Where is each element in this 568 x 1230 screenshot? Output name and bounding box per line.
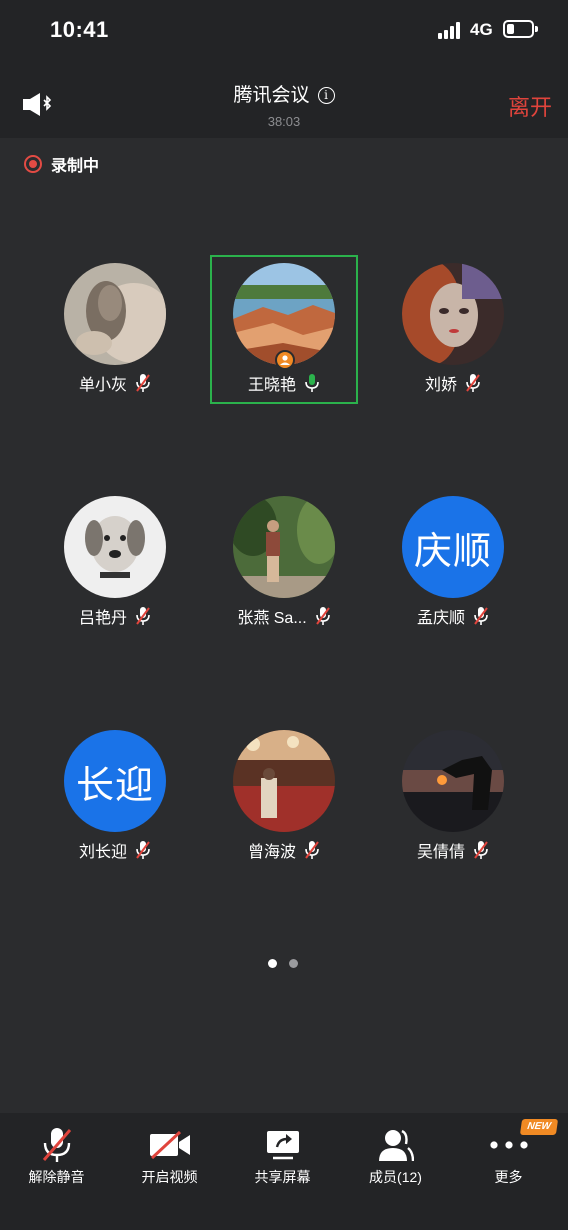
- participant-tile[interactable]: 吴倩倩: [378, 722, 528, 872]
- participant-name: 刘娇: [424, 377, 457, 394]
- mic-muted-icon: [136, 607, 150, 625]
- avatar: [402, 730, 504, 832]
- start-video-label: 开启视频: [141, 1169, 198, 1185]
- avatar: [233, 496, 335, 598]
- leave-button[interactable]: 离开: [508, 90, 552, 122]
- participant-name: 吴倩倩: [416, 844, 465, 861]
- share-screen-label: 共享屏幕: [254, 1169, 311, 1185]
- share-screen-icon: [226, 1125, 339, 1165]
- participant-tile[interactable]: 长迎 刘长迎: [40, 722, 190, 872]
- meeting-title[interactable]: 腾讯会议: [233, 85, 309, 106]
- mic-muted-icon: [466, 374, 480, 392]
- unmute-button[interactable]: 解除静音: [0, 1113, 113, 1230]
- participant-name: 曾海波: [247, 844, 296, 861]
- status-time: 10:41: [50, 17, 109, 42]
- participant-tile[interactable]: 王晓艳: [209, 255, 359, 405]
- avatar: [233, 730, 335, 832]
- participant-tile[interactable]: 刘娇: [378, 255, 528, 405]
- members-icon: [339, 1125, 452, 1165]
- mic-muted-icon: [474, 841, 488, 859]
- text-avatar: 长迎: [64, 730, 166, 832]
- page-indicator[interactable]: [268, 959, 298, 968]
- mic-muted-icon: [315, 607, 330, 625]
- participant-name: 孟庆顺: [416, 610, 465, 627]
- text-avatar: 庆顺: [402, 496, 504, 598]
- recording-dot-icon: [24, 155, 42, 173]
- participant-name: 单小灰: [78, 377, 127, 394]
- participant-tile[interactable]: 张燕 Sa...: [209, 488, 359, 638]
- participant-name: 吕艳丹: [78, 610, 127, 627]
- mic-muted-icon: [136, 374, 150, 392]
- bottom-toolbar: 解除静音 开启视频 共享屏幕 成员(12) 更多: [0, 1113, 568, 1230]
- avatar: [64, 496, 166, 598]
- meeting-screen: 10:41 4G 腾讯会议 i 38:03 离开 录制中 单小灰 王晓艳 刘娇 …: [0, 0, 568, 1230]
- avatar: [402, 263, 504, 365]
- participant-tile[interactable]: 庆顺 孟庆顺: [378, 488, 528, 638]
- meeting-duration: 38:03: [267, 114, 301, 129]
- mic-muted-icon: [474, 607, 488, 625]
- participant-tile[interactable]: 曾海波: [209, 722, 359, 872]
- new-badge: NEW: [519, 1119, 559, 1135]
- page-dot[interactable]: [289, 959, 298, 968]
- participant-tile[interactable]: 吕艳丹: [40, 488, 190, 638]
- host-badge-icon: [275, 350, 295, 370]
- mic-muted-icon: [0, 1125, 113, 1165]
- info-icon[interactable]: i: [317, 87, 335, 104]
- unmute-label: 解除静音: [28, 1169, 85, 1185]
- participant-tile[interactable]: 单小灰: [40, 255, 190, 405]
- members-label: 成员(12): [369, 1169, 422, 1185]
- meeting-header: 腾讯会议 i 38:03 离开: [0, 62, 568, 138]
- page-dot-active[interactable]: [268, 959, 277, 968]
- more-label: 更多: [494, 1169, 523, 1185]
- video-off-icon: [113, 1125, 226, 1165]
- mic-muted-icon: [305, 841, 319, 859]
- start-video-button[interactable]: 开启视频: [113, 1113, 226, 1230]
- participant-name: 刘长迎: [78, 844, 127, 861]
- recording-label: 录制中: [51, 158, 100, 175]
- status-bar: 10:41 4G: [0, 0, 568, 62]
- network-type: 4G: [470, 20, 493, 39]
- participant-name: 张燕 Sa...: [237, 610, 307, 627]
- signal-icon: [438, 21, 464, 39]
- share-screen-button[interactable]: 共享屏幕: [226, 1113, 339, 1230]
- members-button[interactable]: 成员(12): [339, 1113, 452, 1230]
- recording-indicator: 录制中: [24, 152, 99, 176]
- mic-active-icon: [305, 374, 319, 392]
- participant-name: 王晓艳: [247, 377, 296, 394]
- battery-icon: [503, 20, 538, 38]
- mic-muted-icon: [136, 841, 150, 859]
- avatar: [64, 263, 166, 365]
